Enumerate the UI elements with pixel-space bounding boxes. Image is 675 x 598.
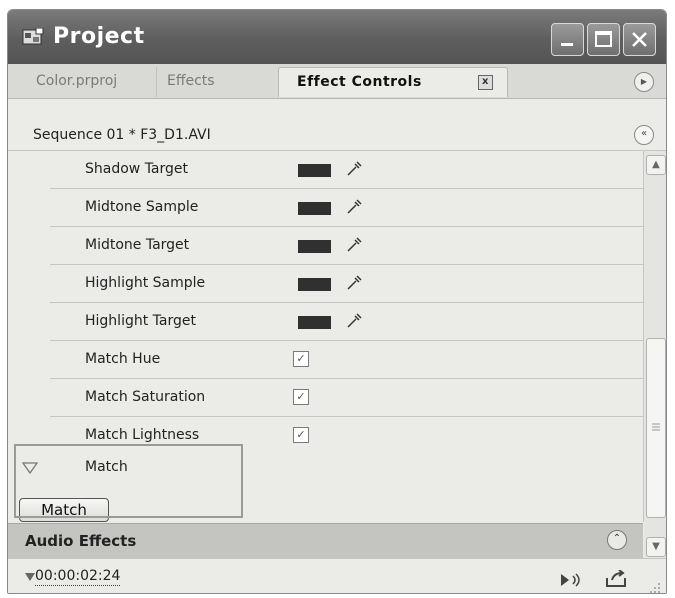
color-swatch[interactable] [298, 164, 331, 177]
tab-effect-controls[interactable]: Effect Controls x [278, 67, 508, 97]
effect-property-list: Shadow Target Midtone Sample Midtone Tar… [8, 151, 644, 522]
export-icon[interactable] [604, 570, 628, 588]
property-label: Midtone Target [85, 237, 190, 253]
panel-menu-icon: ▶ [640, 77, 648, 86]
scroll-thumb[interactable] [646, 338, 666, 518]
sequence-header: Sequence 01 * F3_D1.AVI « [8, 122, 666, 151]
grip-icon [652, 423, 660, 431]
color-swatch[interactable] [298, 316, 331, 329]
panel-menu-button[interactable]: ▶ [634, 72, 654, 92]
property-row-shadow-target: Shadow Target [50, 151, 643, 189]
eyedropper-icon[interactable] [345, 236, 363, 254]
triangle-down-icon [25, 573, 35, 581]
maximize-icon [595, 31, 612, 47]
tab-color-prproj[interactable]: Color.prproj [26, 67, 166, 97]
match-label: Match [85, 459, 128, 475]
scroll-up-button[interactable]: ▲ [646, 155, 666, 175]
tab-label: Effects [167, 73, 215, 89]
property-label: Match Saturation [85, 389, 206, 405]
color-swatch[interactable] [298, 240, 331, 253]
property-label: Match Lightness [85, 427, 200, 443]
match-saturation-checkbox[interactable]: ✓ [293, 389, 309, 405]
vertical-scrollbar[interactable]: ▲ ▼ [644, 151, 666, 558]
color-swatch[interactable] [298, 278, 331, 291]
match-button[interactable]: Match [19, 498, 109, 522]
chevron-up-icon: ▲ [652, 159, 660, 170]
audio-effects-label: Audio Effects [25, 532, 137, 550]
tab-bar: Color.prproj Effects Effect Controls x [8, 64, 666, 99]
property-label: Highlight Sample [85, 275, 206, 291]
property-label: Shadow Target [85, 161, 189, 177]
footer-bar: 00:00:02:24 [8, 558, 666, 594]
scroll-down-button[interactable]: ▼ [646, 537, 666, 557]
eyedropper-icon[interactable] [345, 274, 363, 292]
color-swatch[interactable] [298, 202, 331, 215]
match-hue-checkbox[interactable]: ✓ [293, 351, 309, 367]
audio-effects-header[interactable]: Audio Effects ⌃ [8, 523, 643, 558]
property-row-match-saturation: Match Saturation ✓ [50, 379, 643, 417]
maximize-button[interactable] [587, 23, 620, 56]
sequence-label: Sequence 01 * F3_D1.AVI [33, 127, 211, 143]
tab-label: Effect Controls [297, 74, 422, 90]
collapse-timeline-button[interactable]: « [634, 125, 654, 145]
double-chevron-up-icon: ⌃ [612, 533, 622, 544]
property-row-midtone-target: Midtone Target [50, 227, 643, 265]
premiere-project-icon [22, 28, 44, 45]
chevron-down-icon: ▼ [652, 541, 660, 552]
timecode-display[interactable]: 00:00:02:24 [35, 568, 121, 586]
property-row-highlight-sample: Highlight Sample [50, 265, 643, 303]
close-icon [632, 32, 647, 47]
project-window: Project Color.prproj Effects Effect Cont… [7, 9, 667, 594]
window-title: Project [53, 24, 145, 49]
eyedropper-icon[interactable] [345, 160, 363, 178]
title-bar[interactable]: Project [8, 10, 666, 64]
double-chevron-left-icon: « [640, 128, 648, 139]
tab-close-icon[interactable]: x [478, 75, 493, 90]
property-label: Highlight Target [85, 313, 196, 329]
tab-effects[interactable]: Effects [156, 67, 278, 97]
minimize-button[interactable] [551, 23, 584, 56]
property-row-highlight-target: Highlight Target [50, 303, 643, 341]
triangle-down-icon[interactable] [22, 462, 38, 474]
eyedropper-icon[interactable] [345, 198, 363, 216]
property-row-match-lightness: Match Lightness ✓ [50, 417, 643, 455]
audio-effects-toggle[interactable]: ⌃ [607, 530, 627, 550]
resize-grip-icon[interactable] [646, 579, 662, 594]
minimize-icon [561, 43, 573, 46]
property-label: Match Hue [85, 351, 161, 367]
eyedropper-icon[interactable] [345, 312, 363, 330]
match-section: Match Match [8, 452, 643, 522]
play-audio-icon[interactable] [559, 571, 583, 589]
property-row-midtone-sample: Midtone Sample [50, 189, 643, 227]
tab-label: Color.prproj [36, 73, 118, 89]
match-lightness-checkbox[interactable]: ✓ [293, 427, 309, 443]
property-row-match-hue: Match Hue ✓ [50, 341, 643, 379]
close-button[interactable] [623, 23, 656, 56]
property-label: Midtone Sample [85, 199, 199, 215]
